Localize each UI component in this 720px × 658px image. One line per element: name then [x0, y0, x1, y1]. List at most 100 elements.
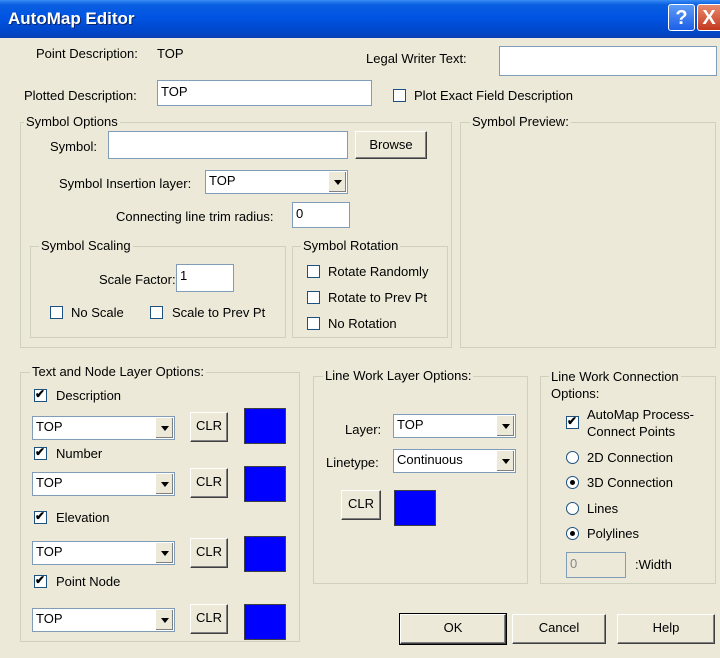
cancel-button-label: Cancel — [538, 620, 580, 635]
automap-process-checkbox[interactable] — [566, 414, 579, 429]
polylines-radio[interactable] — [566, 527, 579, 540]
description-clr-button[interactable]: CLR — [190, 412, 228, 442]
elevation-checkbox[interactable] — [34, 509, 47, 524]
browse-button[interactable]: Browse — [355, 131, 427, 159]
number-checkbox[interactable] — [34, 445, 47, 460]
elevation-clr-label: CLR — [195, 544, 222, 559]
chevron-down-icon[interactable] — [496, 451, 514, 471]
symbol-input[interactable] — [108, 131, 348, 159]
insertion-layer-value: TOP — [209, 173, 236, 188]
chevron-down-icon[interactable] — [155, 418, 173, 438]
trim-radius-label: Connecting line trim radius: — [116, 209, 274, 224]
description-clr-label: CLR — [195, 418, 222, 433]
no-rotation-label: No Rotation — [328, 316, 397, 331]
point-description-label: Point Description: — [36, 46, 138, 61]
description-color-swatch[interactable] — [244, 408, 286, 444]
point-node-layer-value: TOP — [36, 611, 63, 626]
line-work-title: Line Work Layer Options: — [323, 368, 474, 383]
scale-factor-input[interactable]: 1 — [176, 264, 234, 292]
legal-writer-input[interactable] — [499, 46, 717, 76]
symbol-preview-group — [460, 122, 716, 348]
point-node-clr-button[interactable]: CLR — [190, 604, 228, 634]
number-layer-value: TOP — [36, 475, 63, 490]
line-clr-label: CLR — [347, 496, 374, 511]
point-node-color-swatch[interactable] — [244, 604, 286, 640]
plotted-description-input[interactable]: TOP — [157, 80, 372, 106]
insertion-layer-select[interactable]: TOP — [205, 170, 348, 194]
browse-button-label: Browse — [369, 137, 413, 152]
connection-title-line1: Line Work Connection — [551, 369, 679, 384]
trim-radius-input[interactable]: 0 — [292, 202, 350, 228]
point-node-checkbox[interactable] — [34, 573, 47, 588]
symbol-scaling-group — [30, 246, 286, 338]
no-rotation-checkbox[interactable] — [307, 317, 320, 330]
lines-label: Lines — [587, 501, 619, 516]
close-icon[interactable]: X — [697, 4, 720, 31]
rotate-randomly-label: Rotate Randomly — [328, 264, 429, 279]
automap-editor-dialog: AutoMap Editor ? X Point Description: TO… — [0, 0, 720, 658]
line-clr-button[interactable]: CLR — [341, 490, 381, 520]
connection-2d-radio[interactable] — [566, 451, 579, 464]
plot-exact-label: Plot Exact Field Description — [414, 88, 573, 103]
elevation-layer-value: TOP — [36, 544, 63, 559]
no-scale-checkbox[interactable] — [50, 306, 63, 319]
line-layer-label: Layer: — [345, 422, 382, 437]
rotate-prev-checkbox[interactable] — [307, 291, 320, 304]
chevron-down-icon[interactable] — [496, 416, 514, 436]
point-node-layer-select[interactable]: TOP — [32, 608, 175, 632]
point-node-label: Point Node — [56, 574, 121, 589]
legal-writer-label: Legal Writer Text: — [366, 51, 467, 66]
chevron-down-icon[interactable] — [155, 610, 173, 630]
description-checkbox[interactable] — [34, 387, 47, 402]
automap-process-line1: AutoMap Process- — [587, 407, 694, 422]
description-label: Description — [56, 388, 122, 403]
polylines-label: Polylines — [587, 526, 640, 541]
elevation-label: Elevation — [56, 510, 110, 525]
rotate-randomly-checkbox[interactable] — [307, 265, 320, 278]
width-input[interactable]: 0 — [566, 552, 626, 578]
symbol-preview-title: Symbol Preview: — [470, 114, 571, 129]
line-work-group — [313, 376, 528, 584]
connection-2d-label: 2D Connection — [587, 450, 673, 465]
connection-3d-label: 3D Connection — [587, 475, 673, 490]
scale-prev-checkbox[interactable] — [150, 306, 163, 319]
point-node-clr-label: CLR — [195, 610, 222, 625]
linetype-select[interactable]: Continuous — [393, 449, 516, 473]
ok-button-label: OK — [443, 620, 463, 635]
help-button[interactable]: Help — [617, 614, 715, 644]
number-color-swatch[interactable] — [244, 466, 286, 502]
title-bar: AutoMap Editor ? X — [0, 0, 720, 38]
symbol-rotation-title: Symbol Rotation — [301, 238, 401, 253]
chevron-down-icon[interactable] — [155, 543, 173, 563]
no-scale-label: No Scale — [71, 305, 124, 320]
rotate-prev-label: Rotate to Prev Pt — [328, 290, 427, 305]
chevron-down-icon[interactable] — [155, 474, 173, 494]
width-label: :Width — [635, 557, 672, 572]
description-layer-select[interactable]: TOP — [32, 416, 175, 440]
help-icon[interactable]: ? — [668, 4, 695, 31]
text-node-title: Text and Node Layer Options: — [30, 364, 206, 379]
description-layer-value: TOP — [36, 419, 63, 434]
scale-prev-label: Scale to Prev Pt — [172, 305, 266, 320]
symbol-label: Symbol: — [50, 139, 97, 154]
number-label: Number — [56, 446, 103, 461]
connection-3d-radio[interactable] — [566, 476, 579, 489]
cancel-button[interactable]: Cancel — [512, 614, 606, 644]
elevation-layer-select[interactable]: TOP — [32, 541, 175, 565]
symbol-options-title: Symbol Options — [24, 114, 120, 129]
plot-exact-checkbox[interactable] — [393, 89, 406, 102]
elevation-clr-button[interactable]: CLR — [190, 538, 228, 568]
connection-title-line2: Options: — [551, 386, 600, 401]
elevation-color-swatch[interactable] — [244, 536, 286, 572]
number-clr-button[interactable]: CLR — [190, 468, 228, 498]
ok-button[interactable]: OK — [399, 613, 507, 645]
number-clr-label: CLR — [195, 474, 222, 489]
window-title: AutoMap Editor — [8, 9, 135, 28]
point-description-value: TOP — [157, 46, 184, 61]
automap-process-line2: Connect Points — [587, 424, 676, 439]
lines-radio[interactable] — [566, 502, 579, 515]
number-layer-select[interactable]: TOP — [32, 472, 175, 496]
line-layer-select[interactable]: TOP — [393, 414, 516, 438]
chevron-down-icon[interactable] — [328, 172, 346, 192]
line-color-swatch[interactable] — [394, 490, 436, 526]
